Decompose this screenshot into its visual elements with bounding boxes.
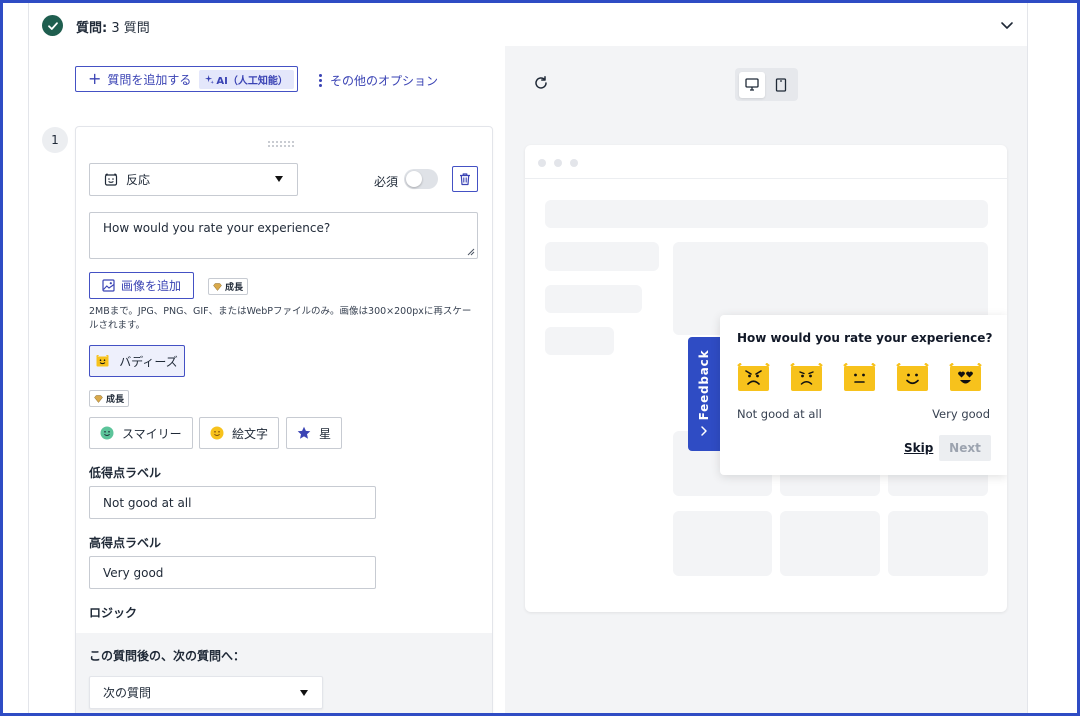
feedback-tab-label: Feedback xyxy=(697,349,711,421)
popup-question: How would you rate your experience? xyxy=(737,331,993,345)
question-text-input[interactable]: How would you rate your experience? xyxy=(89,212,478,259)
question-card: 反応 必須 How would you rate your experience… xyxy=(75,126,493,716)
trash-icon xyxy=(460,173,470,186)
low-label-heading: 低得点ラベル xyxy=(89,466,162,480)
image-help-text: 2MBまで。JPG、PNG、GIF、またはWebPファイルのみ。画像は300×2… xyxy=(89,306,472,331)
emoji-icon xyxy=(210,426,224,440)
ai-badge[interactable]: AI（人工知能） xyxy=(199,69,294,89)
question-section-card: 質問: 3 質問 + 質問を追加する AI（人工知能） その他のオプション 1 xyxy=(28,3,1028,716)
style-buddies-label: バディーズ xyxy=(119,354,178,369)
diamond-icon xyxy=(213,282,222,291)
add-question-label: 質問を追加する xyxy=(107,72,192,87)
growth-plan-badge: 成長 xyxy=(208,278,249,295)
required-toggle[interactable] xyxy=(404,169,438,189)
image-icon xyxy=(102,279,115,292)
star-icon xyxy=(297,426,311,439)
section-title: 質問: 3 質問 xyxy=(76,21,150,36)
check-circle-icon xyxy=(42,15,63,36)
neutral-buddy-icon[interactable] xyxy=(843,362,876,392)
sad-buddy-icon[interactable] xyxy=(790,362,823,392)
drag-handle-icon[interactable] xyxy=(268,141,298,149)
reaction-icon xyxy=(104,172,118,186)
angry-buddy-icon[interactable] xyxy=(737,362,770,392)
happy-buddy-icon[interactable] xyxy=(896,362,929,392)
survey-popup: How would you rate your experience? Not … xyxy=(720,315,1007,475)
feedback-tab[interactable]: Feedback xyxy=(688,337,720,451)
resize-grip-icon xyxy=(467,248,475,256)
sparkle-icon xyxy=(205,74,215,84)
question-editor: + 質問を追加する AI（人工知能） その他のオプション 1 反応 必須 How… xyxy=(29,46,505,716)
plus-icon: + xyxy=(88,69,102,88)
style-star-button[interactable]: 星 xyxy=(286,417,343,449)
next-button[interactable]: Next xyxy=(939,435,991,461)
question-type-select[interactable]: 反応 xyxy=(89,163,298,196)
refresh-icon[interactable] xyxy=(533,75,549,91)
scale-high-label: Very good xyxy=(932,407,990,421)
logic-panel: この質問後の、次の質問へ： 次の質問 xyxy=(76,633,492,716)
high-label-heading: 高得点ラベル xyxy=(89,536,162,550)
chevron-down-icon[interactable] xyxy=(999,17,1015,33)
desktop-view-button[interactable] xyxy=(739,71,766,98)
device-toggle xyxy=(735,68,798,101)
question-number: 1 xyxy=(42,127,68,153)
delete-question-button[interactable] xyxy=(452,166,478,192)
mobile-view-button[interactable] xyxy=(768,72,794,98)
desktop-icon xyxy=(745,78,759,91)
chevron-right-icon xyxy=(701,426,707,436)
high-label-input[interactable]: Very good xyxy=(89,556,376,589)
love-buddy-icon[interactable] xyxy=(949,362,982,392)
caret-down-icon xyxy=(275,176,283,182)
style-buddies-button[interactable]: バディーズ xyxy=(89,345,185,377)
buddy-icon xyxy=(96,355,110,367)
add-question-button[interactable]: + 質問を追加する AI（人工知能） xyxy=(75,66,298,92)
caret-down-icon xyxy=(300,690,308,696)
smiley-icon xyxy=(100,426,114,440)
skeleton-block xyxy=(545,242,659,271)
add-image-button[interactable]: 画像を追加 xyxy=(89,272,194,299)
emoji-rating-row xyxy=(737,362,982,392)
logic-heading: ロジック xyxy=(89,606,138,620)
next-question-select[interactable]: 次の質問 xyxy=(89,676,323,709)
kebab-menu-icon xyxy=(319,74,322,87)
add-image-label: 画像を追加 xyxy=(120,279,181,293)
browser-bar xyxy=(525,145,1007,179)
scale-low-label: Not good at all xyxy=(737,407,822,421)
skeleton-block xyxy=(780,511,880,576)
skip-link[interactable]: Skip xyxy=(904,441,933,455)
skeleton-block xyxy=(545,285,642,313)
skeleton-block xyxy=(673,511,772,576)
skeleton-block xyxy=(888,511,988,576)
more-options-label: その他のオプション xyxy=(330,74,439,88)
skeleton-block xyxy=(545,327,614,355)
preview-browser-frame: Feedback How would you rate your experie… xyxy=(525,145,1007,612)
growth-plan-badge: 成長 xyxy=(89,390,130,407)
style-smiley-button[interactable]: スマイリー xyxy=(89,417,193,449)
ai-badge-label: AI（人工知能） xyxy=(216,75,288,87)
required-label: 必須 xyxy=(374,175,399,189)
low-label-input[interactable]: Not good at all xyxy=(89,486,376,519)
question-text-value: How would you rate your experience? xyxy=(103,221,331,235)
more-options-button[interactable]: その他のオプション xyxy=(319,72,438,89)
question-type-label: 反応 xyxy=(126,173,151,187)
preview-panel: Feedback How would you rate your experie… xyxy=(505,46,1027,716)
diamond-icon xyxy=(94,394,103,403)
skeleton-block xyxy=(545,200,988,228)
after-question-label: この質問後の、次の質問へ： xyxy=(89,649,246,663)
mobile-icon xyxy=(775,77,786,92)
section-header[interactable]: 質問: 3 質問 xyxy=(29,3,1027,46)
style-emoji-button[interactable]: 絵文字 xyxy=(199,417,280,449)
